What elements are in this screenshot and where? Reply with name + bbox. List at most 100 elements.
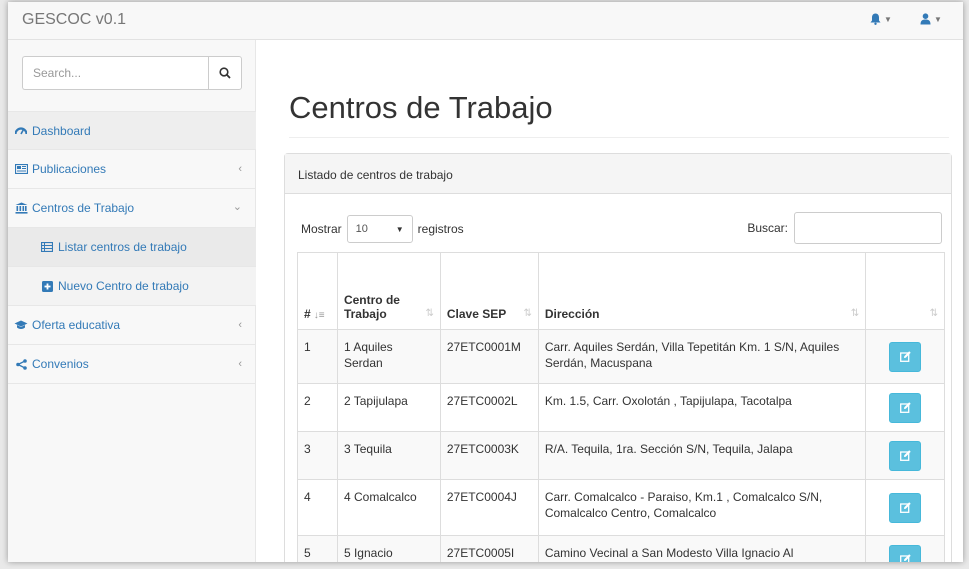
cell-clave: 27ETC0003K <box>439 431 539 480</box>
sidebar-menu: Dashboard Publicaciones ‹ Centros de Tra… <box>8 111 256 384</box>
search-button[interactable] <box>208 56 242 90</box>
cell-centro: 1 Aquiles Serdan <box>336 329 441 384</box>
cell-num: 2 <box>297 383 338 432</box>
length-label-after: registros <box>417 222 464 236</box>
sidebar-item-dashboard[interactable]: Dashboard <box>8 111 256 150</box>
cell-num: 4 <box>297 479 338 536</box>
sort-icon: ⇅ <box>425 308 434 319</box>
edit-icon <box>899 402 911 413</box>
chevron-down-icon: ⌄ <box>232 201 242 213</box>
column-header-centro[interactable]: Centro de Trabajo ⇅ <box>336 252 441 330</box>
column-header-direccion[interactable]: Dirección ⇅ <box>537 252 867 330</box>
column-header-actions[interactable]: ⇅ <box>865 252 945 330</box>
table-row: 3 3 Tequila 27ETC0003K R/A. Tequila, 1ra… <box>297 431 945 480</box>
cell-actions <box>865 329 945 384</box>
cell-clave: 27ETC0004J <box>439 479 539 536</box>
cell-actions <box>865 431 945 480</box>
newspaper-icon <box>14 164 28 174</box>
centros-panel: Listado de centros de trabajo Mostrar 10… <box>284 153 952 562</box>
cell-direccion: Camino Vecinal a San Modesto Villa Ignac… <box>537 535 867 562</box>
cell-actions <box>865 383 945 432</box>
sidebar-item-label: Nuevo Centro de trabajo <box>58 279 189 293</box>
bell-icon <box>870 13 881 25</box>
edit-button[interactable] <box>889 341 922 372</box>
divider <box>289 137 949 138</box>
list-icon <box>40 242 54 252</box>
top-navbar: GESCOC v0.1 ▼ ▼ <box>8 2 963 40</box>
edit-button[interactable] <box>889 440 922 471</box>
sort-icon: ⇅ <box>929 308 938 319</box>
chevron-left-icon: ‹ <box>238 319 242 331</box>
sort-icon: ⇅ <box>850 308 860 319</box>
edit-button[interactable] <box>889 492 922 523</box>
cell-centro: 5 Ignacio <box>336 535 441 562</box>
page-length-select[interactable]: 10 ▼ <box>346 215 413 243</box>
sort-asc-icon: ↓≡ <box>313 310 325 321</box>
cell-centro: 2 Tapijulapa <box>336 383 441 432</box>
cell-num: 1 <box>297 329 338 384</box>
chevron-left-icon: ‹ <box>238 163 242 175</box>
edit-button[interactable] <box>889 544 922 562</box>
cell-actions <box>865 535 945 562</box>
sort-icon: ⇅ <box>523 308 532 319</box>
edit-icon <box>899 351 911 362</box>
sidebar-item-label: Listar centros de trabajo <box>58 240 187 254</box>
sidebar-item-oferta-educativa[interactable]: Oferta educativa ‹ <box>8 306 256 345</box>
cell-num: 3 <box>297 431 338 480</box>
caret-down-icon: ▼ <box>934 14 942 24</box>
sidebar: Dashboard Publicaciones ‹ Centros de Tra… <box>8 40 256 562</box>
table-filter: Buscar: <box>747 212 942 244</box>
cell-direccion: Km. 1.5, Carr. Oxolotán , Tapijulapa, Ta… <box>537 383 867 432</box>
sidebar-item-label: Dashboard <box>32 123 91 138</box>
sidebar-item-listar-centros[interactable]: Listar centros de trabajo <box>8 228 256 267</box>
cell-centro: 4 Comalcalco <box>336 479 441 536</box>
sidebar-item-publicaciones[interactable]: Publicaciones ‹ <box>8 150 256 189</box>
page-length-value: 10 <box>355 223 368 235</box>
edit-icon <box>899 502 911 513</box>
chevron-left-icon: ‹ <box>238 358 242 370</box>
app-brand[interactable]: GESCOC v0.1 <box>22 11 126 29</box>
search-icon <box>219 67 231 79</box>
panel-heading: Listado de centros de trabajo <box>285 154 951 194</box>
dashboard-icon <box>14 125 28 136</box>
cell-direccion: R/A. Tequila, 1ra. Sección S/N, Tequila,… <box>537 431 867 480</box>
column-header-clave[interactable]: Clave SEP ⇅ <box>439 252 539 330</box>
cell-actions <box>865 479 945 536</box>
sidebar-item-nuevo-centro[interactable]: Nuevo Centro de trabajo <box>8 267 256 306</box>
sidebar-item-centros-de-trabajo[interactable]: Centros de Trabajo ⌄ <box>8 189 256 228</box>
sidebar-search <box>22 56 242 90</box>
column-header-num[interactable]: # ↓≡ <box>297 252 338 330</box>
cell-centro: 3 Tequila <box>336 431 441 480</box>
sidebar-item-label: Convenios <box>32 357 89 371</box>
caret-down-icon: ▼ <box>884 14 892 24</box>
user-dropdown[interactable]: ▼ <box>920 13 942 25</box>
cell-clave: 27ETC0002L <box>439 383 539 432</box>
filter-label: Buscar: <box>747 221 788 235</box>
edit-button[interactable] <box>889 392 922 423</box>
graduation-cap-icon <box>14 320 28 330</box>
table-row: 5 5 Ignacio 27ETC0005I Camino Vecinal a … <box>297 535 945 562</box>
centros-table: # ↓≡ Centro de Trabajo ⇅ Clave SEP ⇅ Direcc… <box>297 252 945 562</box>
sidebar-item-label: Oferta educativa <box>32 318 121 332</box>
institution-icon <box>14 202 28 214</box>
user-icon <box>920 13 931 25</box>
plus-square-icon <box>40 280 54 292</box>
edit-icon <box>899 554 911 562</box>
share-icon <box>14 358 28 370</box>
search-input[interactable] <box>22 56 208 90</box>
table-row: 4 4 Comalcalco 27ETC0004J Carr. Comalcal… <box>297 479 945 536</box>
sidebar-item-convenios[interactable]: Convenios ‹ <box>8 345 256 384</box>
cell-num: 5 <box>297 535 338 562</box>
page-title: Centros de Trabajo <box>289 90 553 125</box>
edit-icon <box>899 450 911 461</box>
table-row: 1 1 Aquiles Serdan 27ETC0001M Carr. Aqui… <box>297 329 945 384</box>
cell-clave: 27ETC0001M <box>439 329 539 384</box>
alerts-dropdown[interactable]: ▼ <box>870 13 892 25</box>
cell-clave: 27ETC0005I <box>439 535 539 562</box>
sidebar-item-label: Publicaciones <box>32 162 107 176</box>
app-window: GESCOC v0.1 ▼ ▼ Search... Dashboard Publ… <box>8 2 963 562</box>
table-row: 2 2 Tapijulapa 27ETC0002L Km. 1.5, Carr.… <box>297 383 945 432</box>
filter-input[interactable] <box>794 212 942 244</box>
table-header-row: # ↓≡ Centro de Trabajo ⇅ Clave SEP ⇅ Direcc… <box>297 252 945 330</box>
cell-direccion: Carr. Comalcalco - Paraiso, Km.1 , Comal… <box>537 479 867 536</box>
